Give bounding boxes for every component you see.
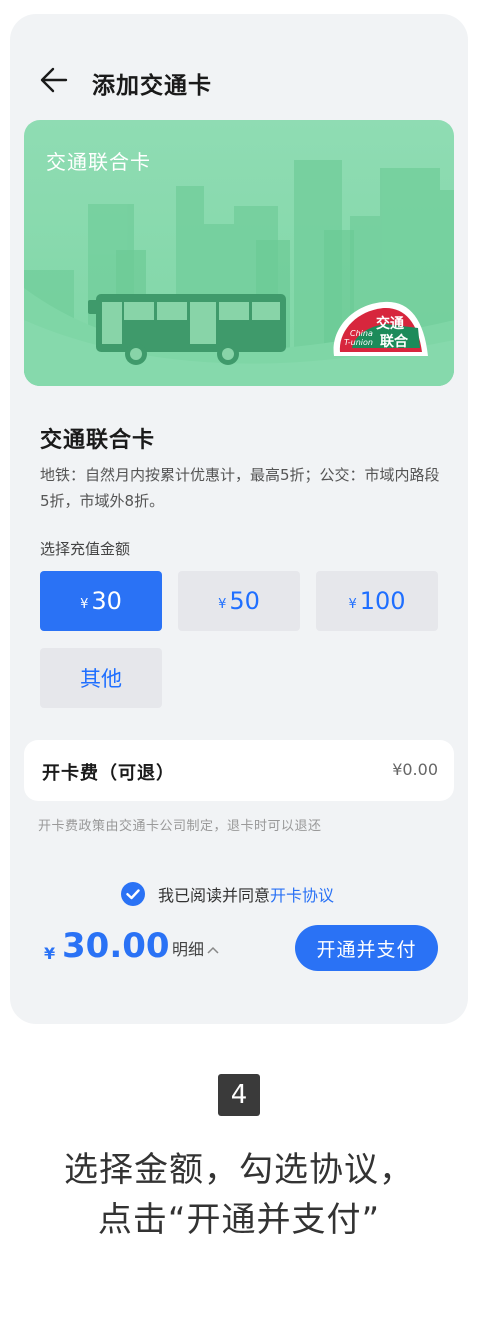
- china-t-union-logo: 交通 联合 China T-union: [333, 301, 428, 356]
- svg-text:T-union: T-union: [344, 338, 373, 347]
- header: 添加交通卡: [10, 54, 468, 106]
- svg-text:China: China: [350, 329, 373, 338]
- currency-symbol: ¥: [348, 596, 357, 612]
- card-fee-row: 开卡费（可退） ¥0.00: [24, 740, 454, 801]
- agreement-row: 我已阅读并同意 开卡协议: [120, 880, 334, 908]
- card-name: 交通联合卡: [46, 150, 151, 174]
- svg-text:联合: 联合: [380, 333, 409, 350]
- currency-symbol: ¥: [80, 596, 89, 612]
- amount-option-50[interactable]: ¥ 50: [178, 571, 300, 631]
- detail-toggle[interactable]: 明细: [172, 936, 220, 960]
- step-number-badge: 4: [218, 1074, 260, 1116]
- detail-label: 明细: [172, 940, 205, 959]
- card-fee-note: 开卡费政策由交通卡公司制定，退卡时可以退还: [38, 819, 322, 834]
- page-title: 添加交通卡: [92, 73, 212, 99]
- checkbox-checked-icon[interactable]: [120, 881, 146, 907]
- card-title: 交通联合卡: [40, 428, 156, 453]
- transit-card-image: 交通联合卡 交通 联合 China T-union: [24, 120, 454, 386]
- page: 添加交通卡 交通联合卡 交通 联合 China T-union 交通联合卡 地铁…: [0, 0, 478, 1317]
- step-caption-line-1: 选择金额，勾选协议，: [64, 1150, 414, 1190]
- recharge-amount-label: 选择充值金额: [40, 540, 131, 558]
- card-fee-label: 开卡费（可退）: [42, 763, 175, 784]
- other-amount-label: 其他: [80, 667, 122, 691]
- back-arrow-icon[interactable]: [38, 66, 70, 94]
- open-and-pay-button[interactable]: 开通并支付: [295, 925, 438, 971]
- amount-option-100[interactable]: ¥ 100: [316, 571, 438, 631]
- phone-screen: 添加交通卡 交通联合卡 交通 联合 China T-union 交通联合卡 地铁…: [10, 14, 468, 1024]
- total-amount: 30.00: [62, 926, 170, 966]
- card-fee-value: ¥0.00: [392, 760, 438, 779]
- agreement-text: 我已阅读并同意: [158, 886, 271, 905]
- svg-text:交通: 交通: [376, 315, 404, 332]
- agreement-link[interactable]: 开卡协议: [270, 882, 334, 906]
- amount-option-other[interactable]: 其他: [40, 648, 162, 708]
- amount-value: 100: [359, 587, 406, 615]
- amount-option-30[interactable]: ¥ 30: [40, 571, 162, 631]
- total-currency-symbol: ¥: [44, 944, 56, 963]
- chevron-up-icon: [207, 946, 219, 954]
- currency-symbol: ¥: [218, 596, 227, 612]
- card-description: 地铁：自然月内按累计优惠计，最高5折；公交：市域内路段5折，市域外8折。: [40, 466, 440, 510]
- amount-value: 30: [91, 587, 122, 615]
- step-caption-line-2: 点击“开通并支付”: [97, 1200, 381, 1240]
- amount-value: 50: [229, 587, 260, 615]
